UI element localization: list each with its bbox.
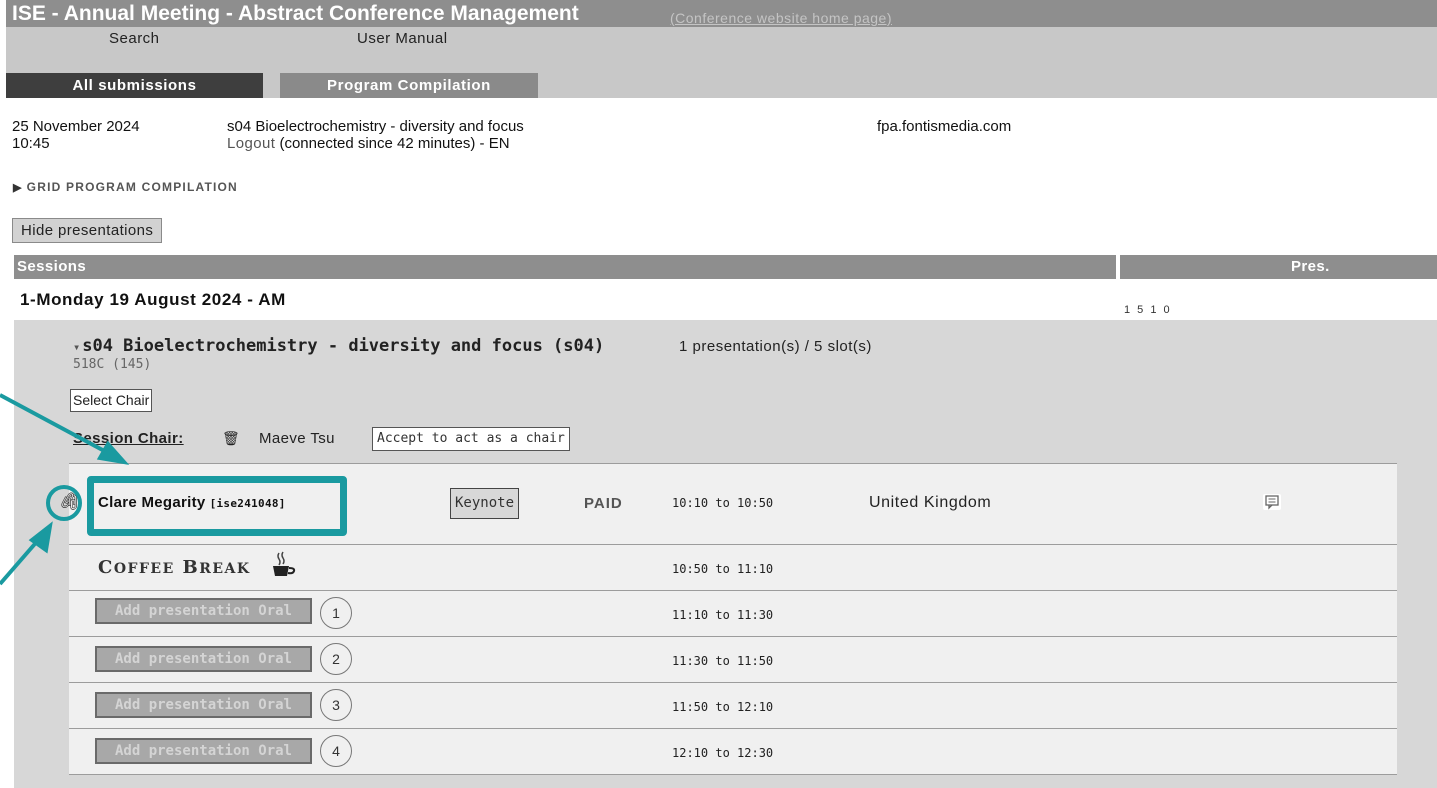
annotation-arrows [0,393,130,586]
